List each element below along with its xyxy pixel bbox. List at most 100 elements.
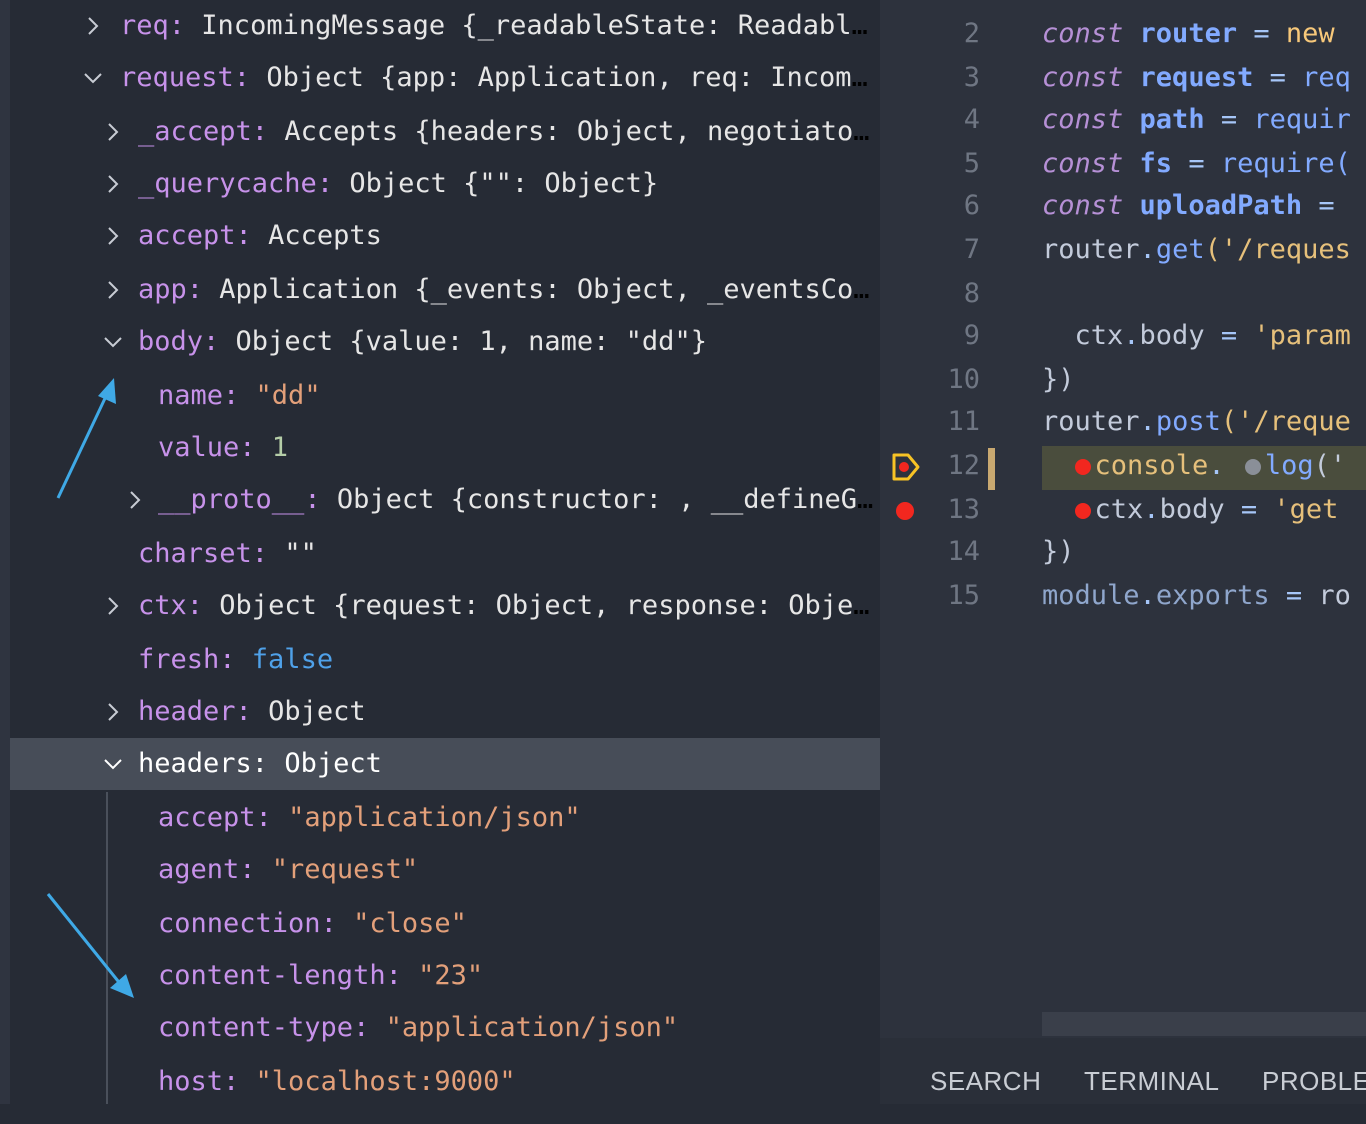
chevron-down-icon[interactable]: [102, 331, 124, 353]
chevron-right-icon[interactable]: [102, 595, 124, 617]
chevron-right-icon[interactable]: [82, 15, 104, 37]
horizontal-scrollbar[interactable]: [1042, 1012, 1366, 1036]
tab-terminal[interactable]: TERMINAL: [1084, 1038, 1219, 1124]
inline-breakpoint-hint-dot[interactable]: [1244, 458, 1261, 475]
chevron-right-icon[interactable]: [102, 225, 124, 247]
variable-row[interactable]: _querycache: Object {"": Object}: [10, 158, 880, 210]
variable-row[interactable]: request: Object {app: Application, req: …: [10, 52, 880, 104]
identifier: console: [1094, 450, 1209, 481]
variable-value: Object {app: Application, req: Incomin…: [266, 62, 874, 93]
line-number: 12: [947, 450, 980, 481]
variable-value: Object: [268, 696, 366, 727]
paused-breakpoint-icon[interactable]: [890, 452, 922, 482]
variable-row[interactable]: value: 1: [10, 422, 880, 474]
identifier: uploadPath: [1139, 190, 1303, 221]
variable-row[interactable]: req: IncomingMessage {_readableState: Re…: [10, 0, 880, 52]
keyword: const: [1042, 104, 1124, 135]
code-line-15[interactable]: module.exports = ro: [1042, 574, 1351, 618]
variable-key: __proto__: [158, 484, 305, 515]
operator: .: [1139, 234, 1156, 265]
keyword: const: [1042, 148, 1124, 179]
key-separator: :: [353, 1012, 386, 1043]
annotation-arrow-down: [46, 893, 134, 998]
variable-row[interactable]: app: Application {_events: Object, _even…: [10, 264, 880, 316]
variable-value: Object {value: 1, name: "dd"}: [235, 326, 707, 357]
variable-row[interactable]: name: "dd": [10, 370, 880, 422]
variable-value: "localhost:9000": [255, 1066, 516, 1097]
variable-key: app: [138, 274, 187, 305]
variable-key: _querycache: [138, 168, 317, 199]
code-rest: requir: [1253, 104, 1351, 135]
variable-row[interactable]: headers: Object: [10, 738, 880, 790]
identifier: router: [1042, 406, 1140, 437]
line-number: 7: [963, 234, 980, 265]
chevron-right-icon[interactable]: [102, 173, 124, 195]
variable-row[interactable]: accept: Accepts: [10, 210, 880, 262]
property: body: [1159, 494, 1225, 525]
variable-row[interactable]: __proto__: Object {constructor: , __defi…: [10, 474, 880, 526]
chevron-right-icon[interactable]: [102, 121, 124, 143]
variable-text: request: Object {app: Application, req: …: [120, 52, 874, 104]
keyword: const: [1042, 190, 1124, 221]
key-separator: :: [316, 168, 350, 199]
variable-key: accept: [158, 802, 256, 833]
variable-value: Object {constructor: , __defineGe…: [336, 484, 874, 515]
line-number: 5: [963, 148, 980, 179]
code-line-14[interactable]: }): [1042, 530, 1075, 574]
breakpoint-dot[interactable]: [896, 502, 914, 520]
key-separator: :: [385, 960, 419, 991]
variable-row[interactable]: fresh: false: [10, 634, 880, 686]
variable-row[interactable]: ctx: Object {request: Object, response: …: [10, 580, 880, 632]
variable-key: header: [138, 696, 236, 727]
code-line-9[interactable]: ctx.body = 'param: [1042, 314, 1351, 358]
code-line-5[interactable]: const fs = require(: [1042, 142, 1351, 186]
inline-breakpoint-dot[interactable]: [1074, 502, 1091, 519]
line-number: 4: [963, 104, 980, 135]
code-line-11[interactable]: router.post('/reque: [1042, 400, 1351, 444]
variable-key: request: [120, 62, 234, 93]
variable-value: Object {request: Object, response: Objec…: [219, 590, 874, 621]
identifier: ctx: [1042, 320, 1124, 351]
variable-text: agent: "request": [158, 844, 418, 896]
chevron-right-icon[interactable]: [102, 701, 124, 723]
code-editor[interactable]: 2 3 4 5 6 7 8 9 10 11 12 13 14 15 const router = new …: [880, 0, 1366, 1104]
bottom-panel-tabs: SEARCH TERMINAL PROBLE: [880, 1038, 1366, 1104]
variable-row[interactable]: content-type: "application/json": [10, 1002, 880, 1054]
variable-key: headers: [138, 748, 252, 779]
line-number: 8: [963, 278, 980, 309]
variable-row[interactable]: header: Object: [10, 686, 880, 738]
variable-value: "dd": [255, 380, 321, 411]
code-line-3[interactable]: const request = req: [1042, 56, 1351, 100]
chevron-down-icon[interactable]: [102, 753, 124, 775]
code-line-6[interactable]: const uploadPath =: [1042, 184, 1351, 228]
tab-search[interactable]: SEARCH: [930, 1038, 1041, 1124]
operator: =: [1204, 320, 1254, 351]
tab-problems[interactable]: PROBLE: [1262, 1038, 1366, 1124]
chevron-right-icon[interactable]: [102, 279, 124, 301]
variable-value: Accepts: [268, 220, 382, 251]
inline-breakpoint-dot[interactable]: [1074, 458, 1091, 475]
panel-edge: [0, 0, 10, 1104]
line-number: 10: [947, 364, 980, 395]
code-line-7[interactable]: router.get('/reques: [1042, 228, 1351, 272]
code-line-10[interactable]: }): [1042, 358, 1075, 402]
variable-key: content-type: [158, 1012, 354, 1043]
chevron-down-icon[interactable]: [82, 67, 104, 89]
key-separator: :: [255, 802, 289, 833]
variable-row[interactable]: body: Object {value: 1, name: "dd"}: [10, 316, 880, 368]
code-line-12[interactable]: console. log(': [1042, 444, 1346, 488]
variable-value: Accepts {headers: Object, negotiator…: [284, 116, 874, 147]
variable-row[interactable]: host: "localhost:9000": [10, 1056, 880, 1104]
operator: .: [1143, 494, 1160, 525]
variable-key: fresh: [138, 644, 220, 675]
code-line-4[interactable]: const path = requir: [1042, 98, 1351, 142]
variable-row[interactable]: accept: "application/json": [10, 792, 880, 844]
variable-row[interactable]: _accept: Accepts {headers: Object, negot…: [10, 106, 880, 158]
variable-row[interactable]: charset: "": [10, 528, 880, 580]
code-line-2[interactable]: const router = new: [1042, 12, 1335, 56]
operator: .: [1123, 320, 1140, 351]
code-line-13[interactable]: ctx.body = 'get: [1042, 488, 1338, 532]
variable-text: headers: Object: [138, 738, 382, 790]
variable-text: fresh: false: [138, 634, 333, 686]
key-separator: :: [203, 326, 236, 357]
